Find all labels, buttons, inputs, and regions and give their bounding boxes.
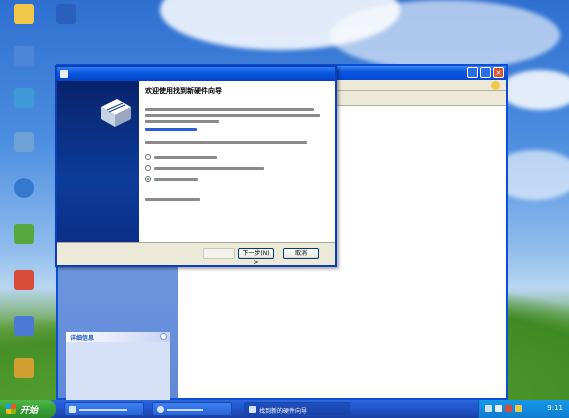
desktop-icon-application[interactable] [4,270,44,304]
volume-icon[interactable] [495,405,502,412]
chevron-down-icon[interactable] [160,333,167,340]
desktop-icon-label [4,110,44,122]
minimize-button[interactable] [467,67,478,78]
connect-question [145,141,307,144]
wizard-title-bar[interactable] [57,67,335,81]
taskbar-item-label: 找到新的硬件向导 [259,408,308,415]
document-file-icon [56,4,76,24]
radio-button[interactable] [145,154,151,160]
antivirus-icon[interactable] [515,405,522,412]
shortcut-icon [14,316,34,336]
desktop-icon-shortcut[interactable] [4,316,44,350]
desktop-icon-label [4,68,44,80]
intro-text-line [145,108,315,111]
internet-explorer-icon [14,178,34,198]
desktop-icon-my-documents[interactable] [4,4,44,38]
wizard-icon [249,406,256,413]
my-documents-icon [14,4,34,24]
maximize-button[interactable] [480,67,491,78]
shortcut-icon [14,358,34,378]
desktop-icon-label [4,26,44,38]
desktop-icon-internet-explorer[interactable] [4,178,44,212]
start-label: 开始 [20,406,39,416]
wizard-heading: 欢迎使用找到新硬件向导 [145,87,222,95]
cloud [500,70,569,110]
privacy-policy-link[interactable] [145,128,197,131]
desktop-icon-label [4,338,44,350]
taskbar: 开始 找到新的硬件向导 9:11 [0,400,569,418]
network-places-icon [14,88,34,108]
desktop-icon-label [4,246,44,258]
cancel-button[interactable]: 取消 [283,248,319,259]
taskbar-item-label [167,409,203,411]
application-icon [14,270,34,290]
desktop-icon-document[interactable] [46,4,86,38]
option-not-this-time[interactable] [145,174,329,184]
hardware-box-icon [101,99,131,127]
network-icon[interactable] [485,405,492,412]
option-text [154,155,217,159]
hardware-wizard-icon [60,70,68,78]
taskbar-item-hardware-wizard[interactable]: 找到新的硬件向导 [244,402,350,416]
browser-icon [157,406,164,413]
connect-options [145,152,329,184]
details-panel-header[interactable]: 详细信息 [66,332,170,342]
wizard-content: 欢迎使用找到新硬件向导 [145,83,329,243]
desktop-icon-shortcut[interactable] [4,358,44,392]
wizard-button-bar: 下一步(N) > 取消 [57,242,335,266]
taskbar-item[interactable] [64,402,144,416]
intro-text-line [145,120,219,123]
taskbar-item[interactable] [152,402,232,416]
my-computer-icon [14,46,34,66]
intro-text-line [145,114,320,117]
next-button[interactable]: 下一步(N) > [238,248,274,266]
system-tray: 9:11 [478,400,569,418]
start-button[interactable]: 开始 [0,400,56,418]
back-button[interactable] [203,248,235,259]
desktop-icon-label [4,200,44,212]
clock[interactable]: 9:11 [547,404,563,412]
found-new-hardware-wizard: 欢迎使用找到新硬件向导 下一步(N) > 取消 [55,65,337,267]
desktop: × 详细信息 欢迎使用找到新硬件向导 下一步(N) > 取消 [0,0,569,400]
taskbar-item-label [79,409,127,411]
option-yes-every-time[interactable] [145,163,329,173]
desktop-icon-label [4,154,44,166]
cloud [330,0,560,70]
wizard-banner [57,81,139,245]
security-icon[interactable] [505,405,512,412]
desktop-icon-label [46,26,86,38]
desktop-icon-my-computer[interactable] [4,46,44,80]
windows-logo-icon [491,81,500,90]
intro-paragraph [145,108,329,123]
continue-instruction [145,198,201,201]
desktop-icon-label [4,292,44,304]
radio-button[interactable] [145,176,151,182]
recycle-bin-icon [14,132,34,152]
close-button[interactable]: × [493,67,504,78]
option-yes-this-time-only[interactable] [145,152,329,162]
desktop-icon-network-places[interactable] [4,88,44,122]
details-panel[interactable]: 详细信息 [66,332,170,400]
desktop-icon-label [4,380,44,392]
option-text [154,166,265,170]
desktop-icon-recycle-bin[interactable] [4,132,44,166]
details-panel-title: 详细信息 [70,335,95,342]
option-text [154,177,199,181]
radio-button[interactable] [145,165,151,171]
folder-icon [69,406,76,413]
windows-flag-icon [6,404,16,414]
media-player-icon [14,224,34,244]
desktop-icon-media-player[interactable] [4,224,44,258]
